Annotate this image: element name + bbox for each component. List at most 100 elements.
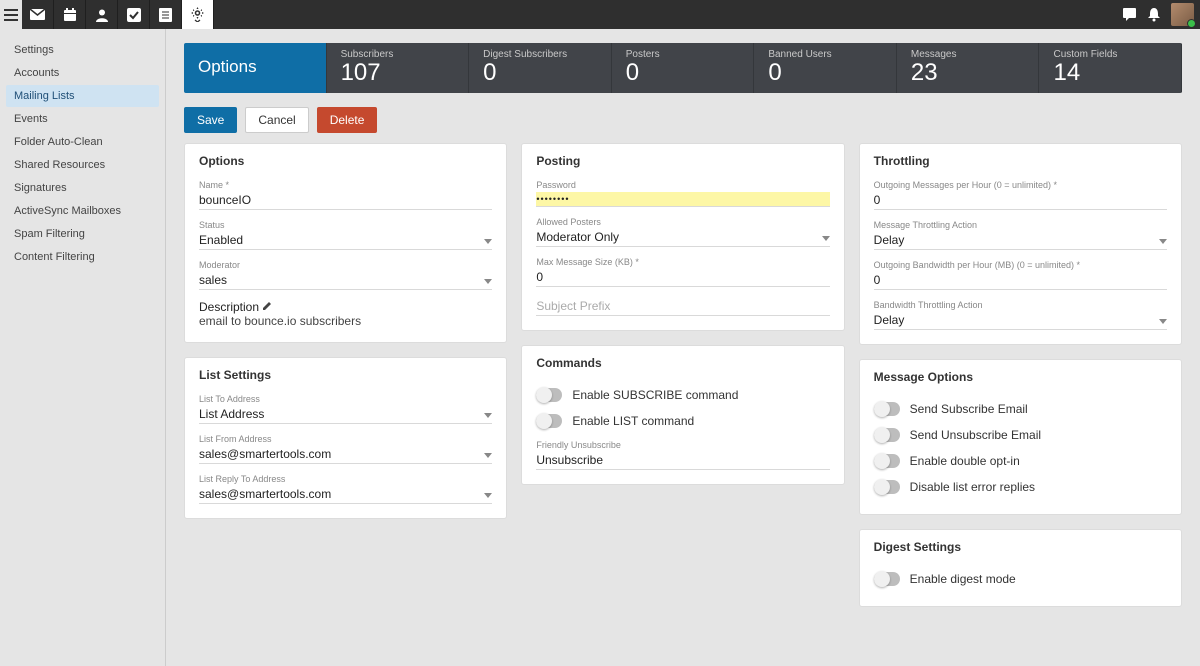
card-commands-title: Commands [536, 356, 829, 370]
msg-action-label: Message Throttling Action [874, 220, 1167, 230]
list-from-label: List From Address [199, 434, 492, 444]
stat-cell[interactable]: Banned Users0 [754, 43, 897, 93]
sidebar: SettingsAccountsMailing ListsEventsFolde… [0, 29, 166, 666]
toggle-digest-mode-label: Enable digest mode [910, 572, 1016, 586]
toggle-disable-error-label: Disable list error replies [910, 480, 1035, 494]
moderator-select[interactable]: sales [199, 271, 492, 290]
settings-icon[interactable] [182, 0, 214, 29]
sidebar-item[interactable]: Shared Resources [6, 154, 159, 176]
toggle-digest-mode[interactable] [874, 572, 900, 586]
layout: SettingsAccountsMailing ListsEventsFolde… [0, 29, 1200, 666]
card-options-title: Options [199, 154, 492, 168]
toggle-list[interactable] [536, 414, 562, 428]
posters-select[interactable]: Moderator Only [536, 228, 829, 247]
stat-cell[interactable]: Messages23 [897, 43, 1040, 93]
stat-value: 14 [1053, 59, 1080, 86]
page-title: Options [184, 43, 327, 93]
save-button[interactable]: Save [184, 107, 237, 133]
card-throttling: Throttling Outgoing Messages per Hour (0… [859, 143, 1182, 345]
bw-action-label: Bandwidth Throttling Action [874, 300, 1167, 310]
toggle-disable-error[interactable] [874, 480, 900, 494]
stat-cell[interactable]: Subscribers107 [327, 43, 470, 93]
notes-icon[interactable] [150, 0, 182, 29]
card-options: Options Name * Status Enabled Moderator … [184, 143, 507, 343]
tasks-icon[interactable] [118, 0, 150, 29]
card-throttling-title: Throttling [874, 154, 1167, 168]
subject-prefix-field[interactable] [536, 297, 829, 316]
stat-label: Digest Subscribers [483, 49, 597, 60]
card-posting-title: Posting [536, 154, 829, 168]
col-2: Posting Password Allowed Posters Moderat… [521, 143, 844, 485]
sidebar-item[interactable]: Mailing Lists [6, 85, 159, 107]
chevron-down-icon [484, 279, 492, 284]
contacts-icon[interactable] [86, 0, 118, 29]
toggle-send-subscribe-label: Send Subscribe Email [910, 402, 1028, 416]
toggle-subscribe[interactable] [536, 388, 562, 402]
edit-icon[interactable] [262, 300, 272, 314]
chevron-down-icon [822, 236, 830, 241]
stat-value: 23 [911, 59, 938, 86]
chevron-down-icon [484, 493, 492, 498]
out-msg-field[interactable] [874, 191, 1167, 210]
mail-icon[interactable] [22, 0, 54, 29]
description-text: email to bounce.io subscribers [199, 314, 492, 328]
msg-action-select[interactable]: Delay [874, 231, 1167, 250]
max-size-label: Max Message Size (KB) * [536, 257, 829, 267]
toggle-send-unsubscribe[interactable] [874, 428, 900, 442]
stat-cell[interactable]: Digest Subscribers0 [469, 43, 612, 93]
menu-hamburger-icon[interactable] [0, 0, 22, 29]
max-size-field[interactable] [536, 268, 829, 287]
card-digest-title: Digest Settings [874, 540, 1167, 554]
card-msgopts-title: Message Options [874, 370, 1167, 384]
col-1: Options Name * Status Enabled Moderator … [184, 143, 507, 519]
page-title-text: Options [198, 57, 257, 77]
friendly-unsub-field[interactable] [536, 451, 829, 470]
chevron-down-icon [484, 413, 492, 418]
name-field[interactable] [199, 191, 492, 210]
out-bw-field[interactable] [874, 271, 1167, 290]
sidebar-item[interactable]: Settings [6, 39, 159, 61]
posters-label: Allowed Posters [536, 217, 829, 227]
cancel-button[interactable]: Cancel [245, 107, 308, 133]
list-to-select[interactable]: List Address [199, 405, 492, 424]
stat-value: 0 [626, 59, 639, 86]
status-field-label: Status [199, 220, 492, 230]
sidebar-item[interactable]: Spam Filtering [6, 223, 159, 245]
avatar[interactable] [1171, 3, 1194, 26]
friendly-unsub-label: Friendly Unsubscribe [536, 440, 829, 450]
stat-value: 107 [341, 59, 381, 86]
stat-cell[interactable]: Posters0 [612, 43, 755, 93]
list-from-select[interactable]: sales@smartertools.com [199, 445, 492, 464]
col-3: Throttling Outgoing Messages per Hour (0… [859, 143, 1182, 607]
chevron-down-icon [484, 239, 492, 244]
status-select[interactable]: Enabled [199, 231, 492, 250]
stat-label: Banned Users [768, 49, 882, 60]
chat-icon[interactable] [1122, 7, 1137, 22]
moderator-field-label: Moderator [199, 260, 492, 270]
description-label: Description [199, 300, 259, 314]
list-reply-select[interactable]: sales@smartertools.com [199, 485, 492, 504]
delete-button[interactable]: Delete [317, 107, 378, 133]
calendar-icon[interactable] [54, 0, 86, 29]
sidebar-item[interactable]: Events [6, 108, 159, 130]
sidebar-item[interactable]: Folder Auto-Clean [6, 131, 159, 153]
toggle-send-subscribe[interactable] [874, 402, 900, 416]
stat-label: Posters [626, 49, 740, 60]
toggle-double-optin[interactable] [874, 454, 900, 468]
list-reply-label: List Reply To Address [199, 474, 492, 484]
bell-icon[interactable] [1147, 7, 1161, 22]
stat-value: 0 [768, 59, 781, 86]
bw-action-select[interactable]: Delay [874, 311, 1167, 330]
stat-cell[interactable]: Custom Fields14 [1039, 43, 1182, 93]
chevron-down-icon [1159, 239, 1167, 244]
sidebar-item[interactable]: Accounts [6, 62, 159, 84]
card-list-settings: List Settings List To Address List Addre… [184, 357, 507, 519]
main: Options Subscribers107Digest Subscribers… [166, 29, 1200, 666]
sidebar-item[interactable]: ActiveSync Mailboxes [6, 200, 159, 222]
password-field[interactable] [536, 192, 829, 207]
stats-row: Options Subscribers107Digest Subscribers… [184, 43, 1182, 93]
topbar [0, 0, 1200, 29]
sidebar-item[interactable]: Content Filtering [6, 246, 159, 268]
sidebar-item[interactable]: Signatures [6, 177, 159, 199]
toggle-send-unsubscribe-label: Send Unsubscribe Email [910, 428, 1041, 442]
